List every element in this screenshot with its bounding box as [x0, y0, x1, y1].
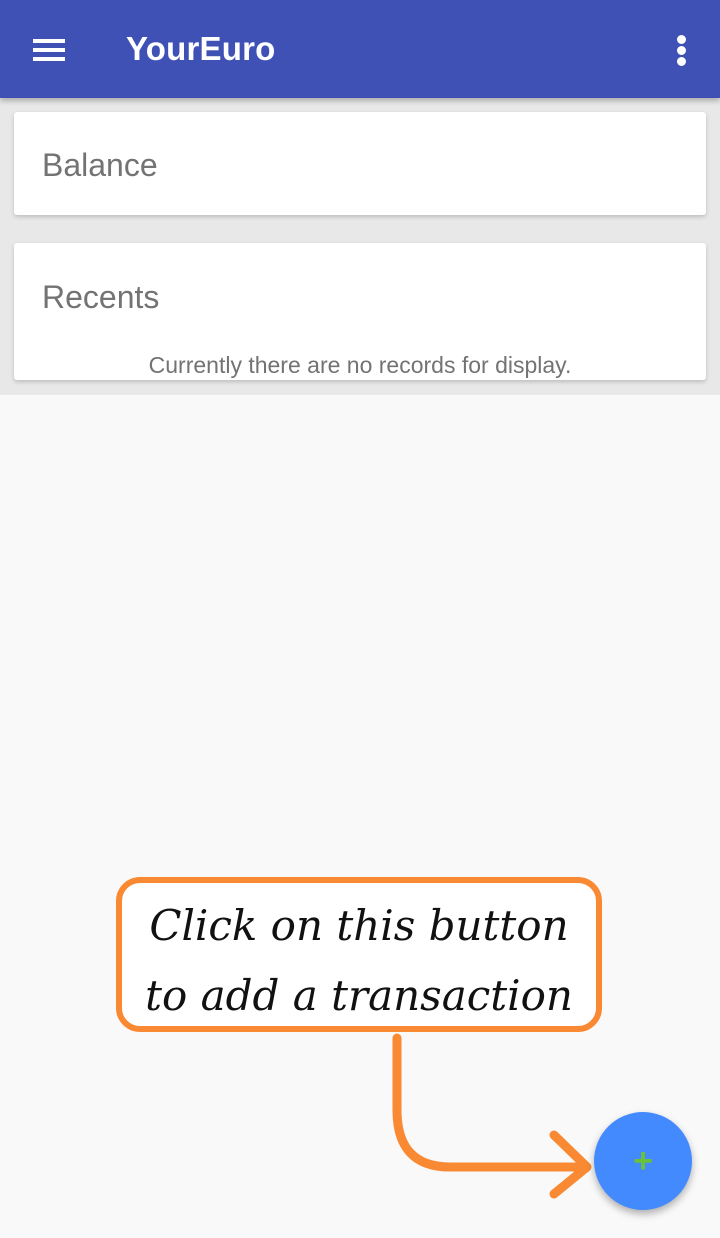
- app-bar: YourEuro: [0, 0, 720, 98]
- recents-title: Recents: [42, 279, 160, 315]
- more-vert-icon[interactable]: [660, 24, 704, 74]
- plus-icon: +: [633, 1142, 653, 1180]
- empty-records-message: Currently there are no records for displ…: [148, 352, 572, 378]
- hamburger-menu-icon[interactable]: [18, 19, 78, 79]
- balance-title: Balance: [42, 147, 158, 183]
- balance-card[interactable]: Balance: [14, 112, 706, 215]
- tutorial-callout: Click on this button to add a transactio…: [116, 877, 602, 1032]
- add-transaction-button[interactable]: +: [594, 1112, 692, 1210]
- app-title: YourEuro: [126, 30, 276, 67]
- callout-line-1: Click on this button: [149, 901, 569, 950]
- recents-card[interactable]: Recents Currently there are no records f…: [14, 243, 706, 380]
- callout-line-2: to add a transaction: [145, 971, 573, 1020]
